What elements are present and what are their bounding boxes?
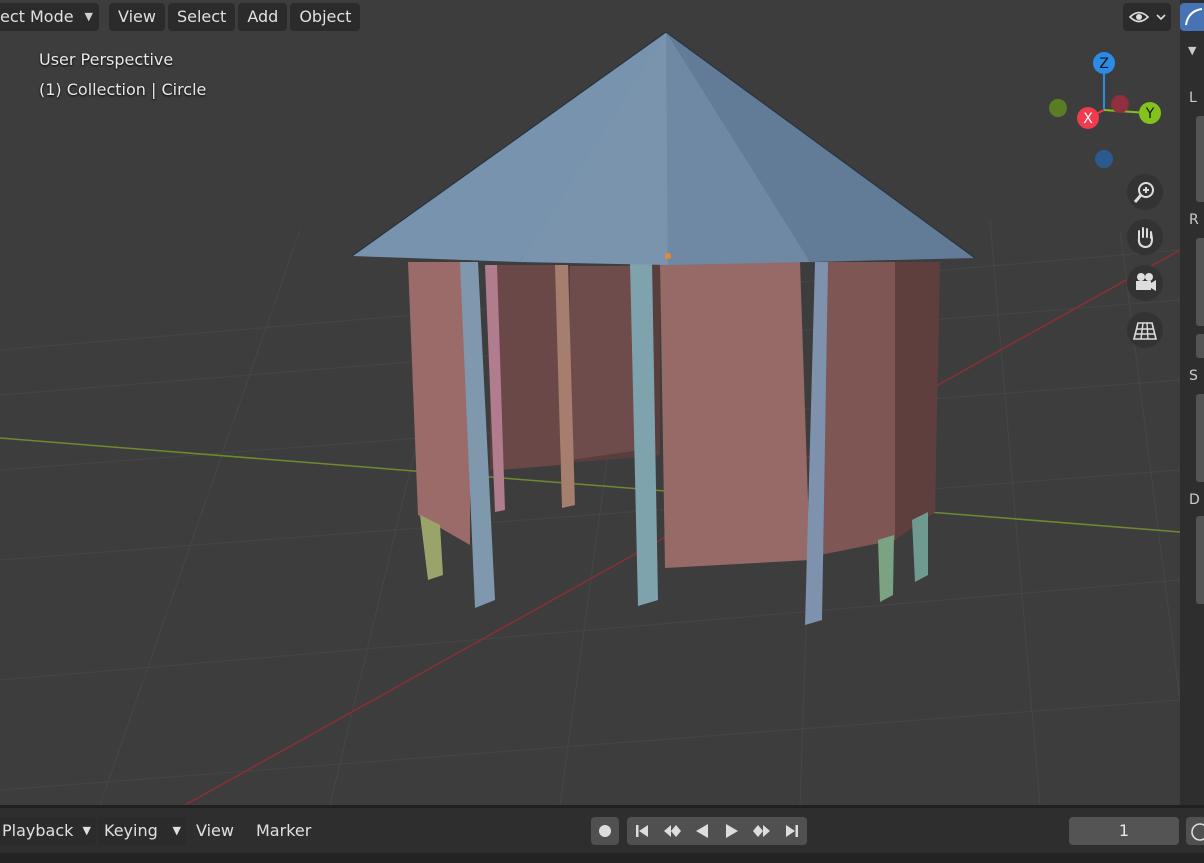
- neg-z-handle[interactable]: [1095, 150, 1113, 168]
- next-keyframe-icon: [753, 825, 770, 837]
- timeline-editor[interactable]: Playback ▼ Keying ▼ View Marker 1: [0, 805, 1204, 863]
- pan-button[interactable]: [1127, 219, 1163, 255]
- gizmo-icon: [1185, 8, 1203, 26]
- playback-menu[interactable]: Playback ▼: [0, 817, 96, 845]
- jump-end-icon: [786, 825, 798, 837]
- play-icon: [726, 824, 738, 838]
- current-frame-field[interactable]: 1: [1069, 817, 1179, 845]
- mode-label: ect Mode: [0, 7, 74, 26]
- play-button[interactable]: [717, 817, 747, 845]
- chevron-down-icon: ▼: [84, 10, 93, 23]
- play-reverse-icon: [696, 824, 708, 838]
- eye-icon: [1128, 11, 1166, 23]
- timeline-ruler[interactable]: [0, 853, 1204, 863]
- panel-collapse-icon[interactable]: ▼: [1188, 44, 1196, 57]
- zoom-button[interactable]: [1127, 174, 1163, 210]
- perspective-label: User Perspective: [39, 50, 174, 69]
- collection-label: (1) Collection | Circle: [39, 80, 207, 99]
- hut-model[interactable]: [351, 31, 976, 625]
- menu-select[interactable]: Select: [167, 3, 236, 31]
- panel-label-location: L: [1189, 90, 1197, 106]
- hand-pan-icon: [1137, 227, 1154, 249]
- dimensions-fields[interactable]: [1196, 516, 1204, 604]
- camera-button[interactable]: [1127, 265, 1163, 301]
- prev-keyframe-icon: [664, 825, 681, 837]
- menu-view[interactable]: View: [109, 3, 165, 31]
- stopwatch-icon: [1191, 823, 1204, 841]
- keying-label: Keying: [104, 821, 158, 840]
- grid-view-icon: [1132, 322, 1158, 340]
- camera-icon: [1136, 273, 1156, 291]
- y-label: Y: [1145, 106, 1155, 122]
- navigation-gizmo[interactable]: Z Y X: [1040, 48, 1170, 178]
- gizmo-toggle-button[interactable]: [1180, 3, 1204, 31]
- menu-object[interactable]: Object: [290, 3, 361, 31]
- play-reverse-button[interactable]: [687, 817, 717, 845]
- timeline-view-menu[interactable]: View: [196, 817, 234, 845]
- location-fields[interactable]: [1196, 116, 1204, 202]
- zoom-icon: [1133, 182, 1154, 203]
- properties-sidebar[interactable]: ▼ L R S D: [1180, 0, 1204, 805]
- chevron-down-icon: ▼: [172, 824, 181, 837]
- rotation-fields[interactable]: [1196, 238, 1204, 326]
- object-origin: [665, 253, 671, 259]
- scene-render[interactable]: [0, 0, 1180, 805]
- panel-label-rotation: R: [1189, 212, 1199, 228]
- header-menus: View Select Add Object: [109, 3, 363, 31]
- marker-menu[interactable]: Marker: [256, 817, 311, 845]
- visibility-dropdown[interactable]: [1123, 3, 1171, 31]
- transport-controls: [627, 817, 807, 845]
- next-keyframe-button[interactable]: [747, 817, 777, 845]
- jump-end-button[interactable]: [777, 817, 807, 845]
- menu-add[interactable]: Add: [238, 3, 288, 31]
- chevron-down-icon: ▼: [82, 824, 91, 837]
- keying-menu[interactable]: Keying ▼: [98, 817, 186, 845]
- jump-start-icon: [636, 825, 648, 837]
- z-label: Z: [1099, 56, 1109, 72]
- record-icon: [599, 825, 611, 837]
- rotation-mode-field[interactable]: [1196, 334, 1204, 358]
- x-label: X: [1083, 111, 1093, 127]
- 3d-viewport[interactable]: ect Mode ▼ View Select Add Object User P…: [0, 0, 1180, 805]
- scale-fields[interactable]: [1196, 394, 1204, 482]
- playback-label: Playback: [2, 821, 74, 840]
- record-button[interactable]: [591, 817, 619, 845]
- panel-label-dimensions: D: [1189, 492, 1200, 508]
- ortho-toggle-button[interactable]: [1127, 312, 1163, 348]
- panel-label-scale: S: [1189, 368, 1198, 384]
- neg-y-handle[interactable]: [1049, 99, 1067, 117]
- prev-keyframe-button[interactable]: [657, 817, 687, 845]
- neg-x-handle[interactable]: [1111, 95, 1129, 113]
- mode-selector[interactable]: ect Mode ▼: [0, 3, 99, 31]
- preview-range-button[interactable]: [1186, 817, 1204, 845]
- jump-start-button[interactable]: [627, 817, 657, 845]
